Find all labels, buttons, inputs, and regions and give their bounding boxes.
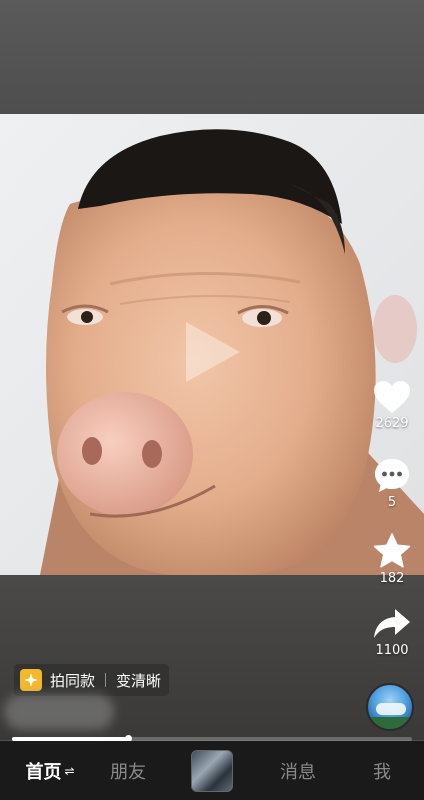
nav-friends-label: 朋友 <box>110 761 146 783</box>
enhance-clarity-button[interactable]: 变清晰 <box>116 670 161 691</box>
template-bar: 拍同款 变清晰 <box>14 664 170 696</box>
center-thumbnail-image <box>191 749 233 792</box>
disc-cloud <box>376 703 406 715</box>
nav-home-tab[interactable]: 首页 ⇌ <box>10 741 90 800</box>
share-button[interactable]: 1100 <box>368 607 416 658</box>
nav-home-label: 首页 <box>25 761 62 783</box>
favorite-button[interactable]: 182 <box>368 533 416 586</box>
nav-center-thumbnail[interactable] <box>191 741 233 800</box>
comment-icon <box>375 459 409 492</box>
nav-messages-label: 消息 <box>280 761 316 783</box>
heart-icon <box>374 381 410 413</box>
like-count: 2629 <box>375 416 409 431</box>
like-button[interactable]: 2629 <box>368 380 416 431</box>
share-arrow-icon <box>374 609 410 638</box>
same-style-button[interactable]: 拍同款 <box>50 670 95 691</box>
sparkle-icon <box>20 669 42 691</box>
video-top-letterbox <box>0 0 424 114</box>
comment-button[interactable]: 5 <box>368 457 416 510</box>
disc-ground <box>368 717 412 729</box>
play-icon[interactable] <box>180 318 244 386</box>
star-icon <box>373 533 411 568</box>
nav-messages-tab[interactable]: 消息 <box>258 741 338 800</box>
switch-arrows-icon: ⇌ <box>64 763 75 778</box>
template-bar-divider <box>105 673 107 687</box>
share-count: 1100 <box>375 643 409 658</box>
nav-friends-tab[interactable]: 朋友 <box>90 741 166 800</box>
comment-count: 5 <box>387 495 397 510</box>
nav-me-tab[interactable]: 我 <box>352 741 412 800</box>
nav-me-label: 我 <box>373 761 391 783</box>
favorite-count: 182 <box>379 571 405 586</box>
music-disc-avatar[interactable] <box>366 683 414 731</box>
bottom-navigation: 首页 ⇌ 朋友 消息 我 <box>0 741 424 800</box>
blurred-author-info <box>4 694 114 730</box>
